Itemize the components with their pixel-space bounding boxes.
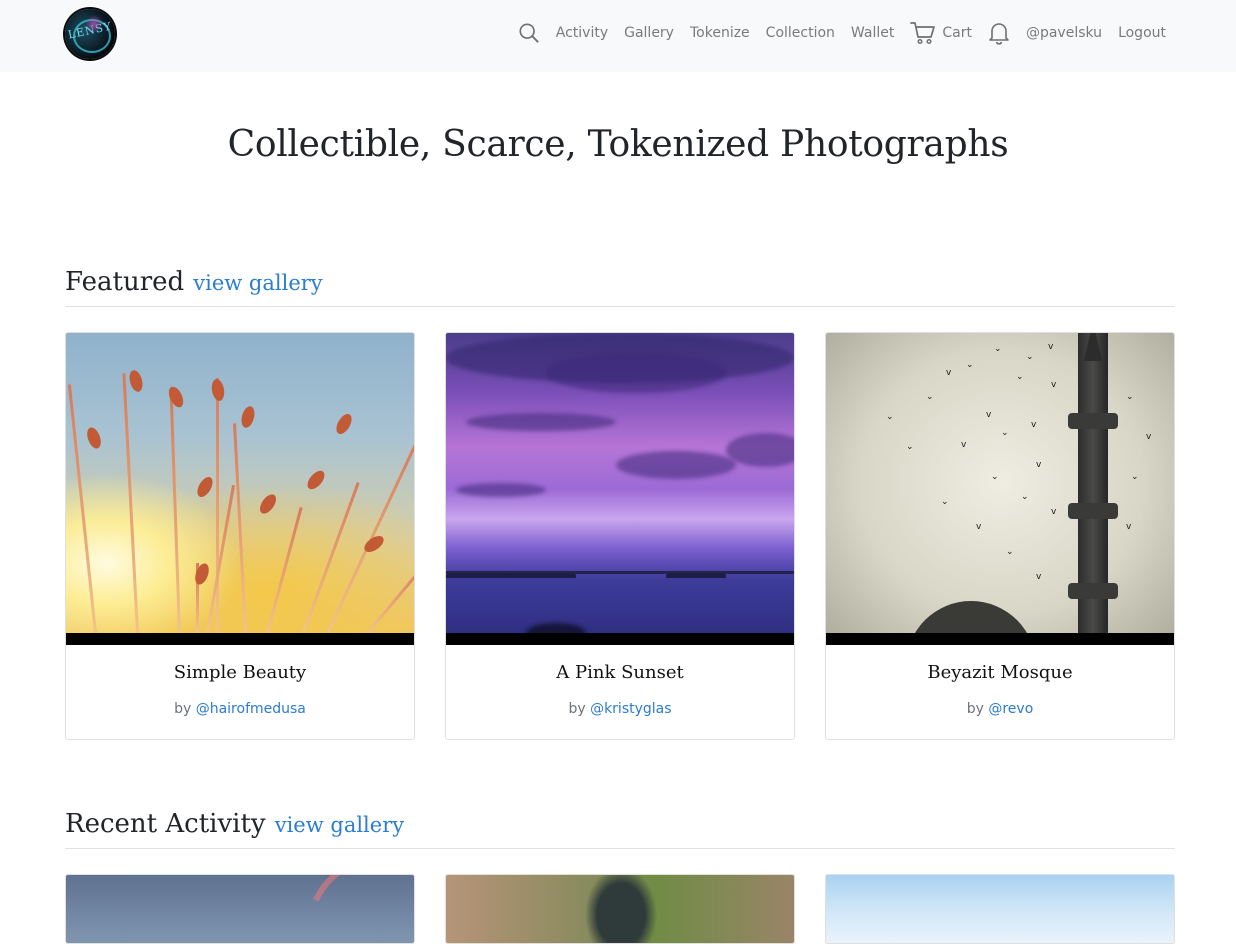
search-button[interactable]: [518, 22, 540, 44]
nav-activity[interactable]: Activity: [556, 25, 608, 41]
recent-photo-card[interactable]: [825, 874, 1175, 944]
card-author-line: by @revo: [966, 701, 1034, 717]
author-link[interactable]: @kristyglas: [590, 701, 671, 717]
recent-photo-card[interactable]: [65, 874, 415, 944]
notifications-button[interactable]: [988, 21, 1010, 45]
nav-menu: Activity Gallery Tokenize Collection Wal…: [518, 0, 1166, 66]
logo-text: LENSY: [66, 19, 114, 42]
featured-view-gallery-link[interactable]: view gallery: [193, 271, 322, 295]
card-title[interactable]: A Pink Sunset: [446, 662, 794, 683]
recent-view-gallery-link[interactable]: view gallery: [275, 813, 404, 837]
recent-photo-card[interactable]: [445, 874, 795, 944]
photo-simple-beauty[interactable]: [66, 333, 414, 633]
card-title[interactable]: Beyazit Mosque: [826, 662, 1174, 683]
featured-title: Featured: [65, 267, 185, 297]
nav-cart[interactable]: Cart: [910, 21, 972, 45]
lensy-logo[interactable]: LENSY: [65, 9, 115, 59]
photo-card[interactable]: Simple Beauty by @hairofmedusa: [65, 332, 415, 740]
author-link[interactable]: @revo: [988, 701, 1033, 717]
page-title: Collectible, Scarce, Tokenized Photograp…: [227, 124, 1009, 165]
cart-icon: [910, 22, 936, 45]
nav-gallery[interactable]: Gallery: [624, 25, 674, 41]
search-icon: [519, 23, 539, 43]
card-title[interactable]: Simple Beauty: [66, 662, 414, 683]
photo-card[interactable]: ⌄ ⌄ v ⌄ v ⌄ v ⌄ v ⌄ v ⌄ v ⌄ v ⌄ v ⌄ v ⌄ …: [825, 332, 1175, 740]
card-author-line: by @hairofmedusa: [174, 701, 306, 717]
featured-section-header: Featured view gallery: [65, 267, 1175, 307]
nav-user-profile[interactable]: @pavelsku: [1026, 25, 1102, 41]
nav-logout[interactable]: Logout: [1118, 25, 1166, 41]
nav-collection[interactable]: Collection: [766, 25, 835, 41]
photo-beyazit-mosque[interactable]: ⌄ ⌄ v ⌄ v ⌄ v ⌄ v ⌄ v ⌄ v ⌄ v ⌄ v ⌄ v ⌄ …: [826, 333, 1174, 633]
top-navbar: LENSY Activity Gallery Tokenize Collecti…: [0, 0, 1236, 72]
recent-activity-section-header: Recent Activity view gallery: [65, 809, 1175, 849]
nav-wallet[interactable]: Wallet: [851, 25, 894, 41]
author-link[interactable]: @hairofmedusa: [196, 701, 306, 717]
cart-label: Cart: [942, 25, 972, 41]
bell-icon: [989, 23, 1009, 45]
nav-tokenize[interactable]: Tokenize: [690, 25, 750, 41]
photo-card[interactable]: A Pink Sunset by @kristyglas: [445, 332, 795, 740]
card-author-line: by @kristyglas: [568, 701, 672, 717]
recent-activity-title: Recent Activity: [65, 809, 266, 839]
photo-a-pink-sunset[interactable]: [446, 333, 794, 633]
